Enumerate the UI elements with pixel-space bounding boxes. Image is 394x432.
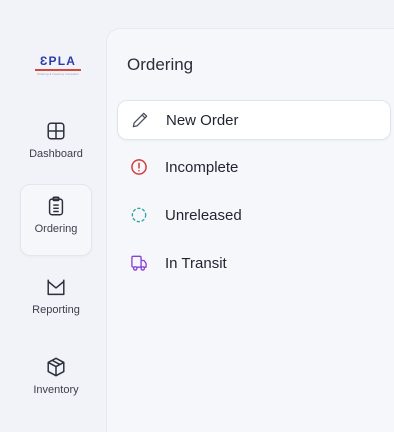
alert-circle-icon (131, 159, 147, 175)
menu-item-new-order[interactable]: New Order (117, 100, 391, 140)
chart-icon (47, 279, 65, 296)
sidebar: ƐPLA Ordering & Inventory Innovation Das… (0, 0, 106, 432)
clipboard-icon (48, 196, 64, 216)
dashboard-icon (47, 122, 65, 140)
logo-tagline: Ordering & Inventory Innovation (37, 72, 79, 76)
menu-item-label: Unreleased (165, 206, 242, 224)
app-root: ƐPLA Ordering & Inventory Innovation Das… (0, 0, 394, 432)
menu-item-label: Incomplete (165, 158, 239, 176)
sidebar-item-ordering[interactable]: Ordering (20, 184, 92, 256)
sidebar-item-inventory[interactable]: Inventory (20, 346, 92, 418)
ordering-panel: Ordering New Order Incomplete Unreleased (106, 28, 394, 432)
menu-item-unreleased[interactable]: Unreleased (117, 195, 391, 235)
sidebar-item-label: Dashboard (29, 148, 83, 160)
panel-title: Ordering (127, 55, 194, 74)
sidebar-item-label: Reporting (32, 304, 80, 316)
sidebar-item-label: Inventory (33, 384, 79, 396)
box-icon (47, 357, 65, 377)
sidebar-item-label: Ordering (34, 223, 78, 235)
menu-item-in-transit[interactable]: In Transit (117, 243, 391, 283)
sidebar-item-reporting[interactable]: Reporting (20, 266, 92, 338)
dashed-circle-icon (131, 207, 147, 223)
logo-text: ƐPLA (39, 54, 77, 69)
menu-item-incomplete[interactable]: Incomplete (117, 147, 391, 187)
logo[interactable]: ƐPLA Ordering & Inventory Innovation (30, 54, 86, 76)
pencil-icon (132, 112, 148, 128)
menu-item-label: In Transit (165, 254, 227, 272)
menu-item-label: New Order (166, 111, 239, 129)
truck-icon (131, 255, 147, 271)
logo-underline (35, 69, 81, 71)
sidebar-item-dashboard[interactable]: Dashboard (20, 110, 92, 182)
